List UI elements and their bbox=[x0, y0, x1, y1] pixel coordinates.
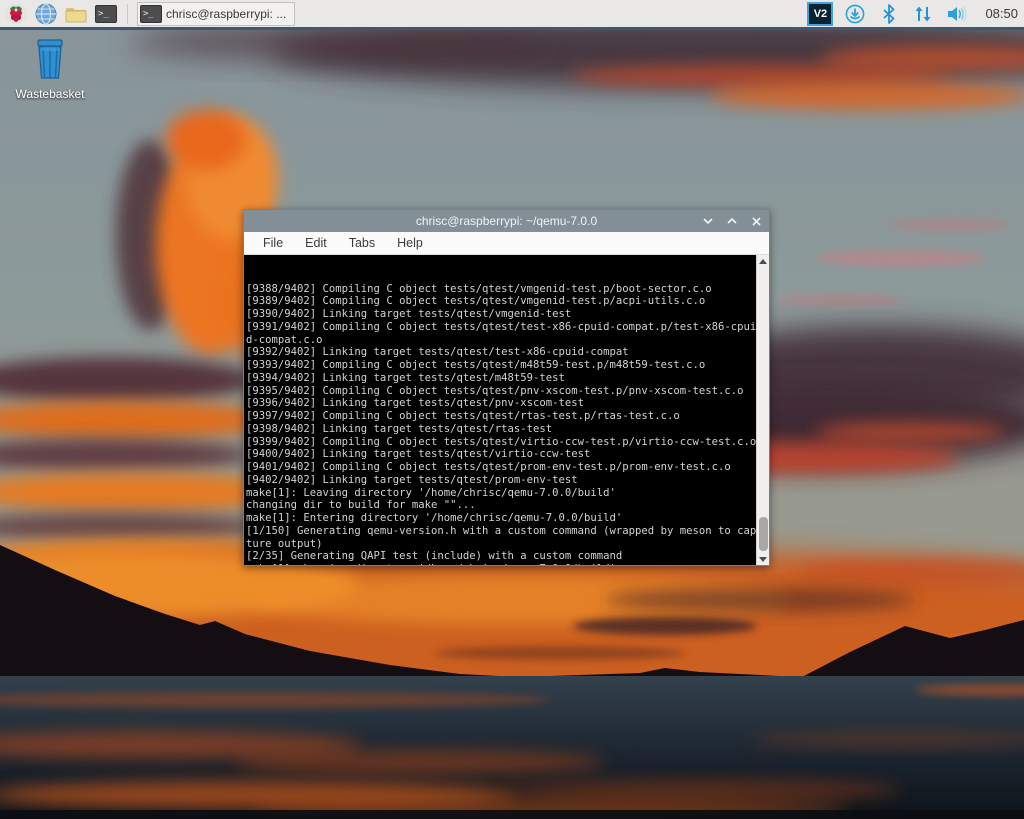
menu-tabs[interactable]: Tabs bbox=[340, 234, 384, 252]
menu-edit[interactable]: Edit bbox=[296, 234, 336, 252]
terminal-line: [9396/9402] Linking target tests/qtest/p… bbox=[246, 397, 585, 410]
taskbar-window-button[interactable]: >_ chrisc@raspberrypi: ... bbox=[137, 1, 296, 26]
taskbar-separator bbox=[127, 3, 128, 24]
terminal-line: [9388/9402] Compiling C object tests/qte… bbox=[246, 282, 712, 295]
terminal-line: [9391/9402] Compiling C object tests/qte… bbox=[246, 320, 756, 333]
terminal-launcher-icon[interactable]: >_ bbox=[94, 2, 118, 26]
scroll-down-button[interactable] bbox=[757, 553, 769, 565]
window-titlebar[interactable]: chrisc@raspberrypi: ~/qemu-7.0.0 bbox=[244, 210, 769, 232]
terminal-line: [1/150] Generating qemu-version.h with a… bbox=[246, 524, 756, 537]
vnc-icon[interactable]: V2 bbox=[807, 1, 834, 26]
terminal-line: [9399/9402] Compiling C object tests/qte… bbox=[246, 435, 756, 448]
menu-file[interactable]: File bbox=[254, 234, 292, 252]
window-menubar: File Edit Tabs Help bbox=[244, 232, 769, 255]
terminal-scrollbar[interactable] bbox=[756, 255, 769, 565]
menu-raspberry-icon[interactable] bbox=[4, 2, 28, 26]
terminal-line: make[1]: Entering directory '/home/chris… bbox=[246, 512, 623, 524]
terminal-line: [9392/9402] Linking target tests/qtest/t… bbox=[246, 346, 629, 359]
terminal-window: chrisc@raspberrypi: ~/qemu-7.0.0 File Ed… bbox=[243, 209, 770, 566]
updates-icon[interactable] bbox=[843, 2, 867, 26]
desktop: >_ >_ chrisc@raspberrypi: ... V2 08:50 W… bbox=[0, 0, 1024, 819]
terminal-line: changing dir to build for make ""... bbox=[246, 499, 476, 512]
terminal-output: [9388/9402] Compiling C object tests/qte… bbox=[246, 283, 756, 566]
close-button[interactable] bbox=[749, 214, 763, 228]
terminal-line: [9394/9402] Linking target tests/qtest/m… bbox=[246, 371, 565, 384]
volume-icon[interactable] bbox=[945, 2, 969, 26]
scrollbar-thumb[interactable] bbox=[758, 517, 768, 551]
file-manager-icon[interactable] bbox=[64, 2, 88, 26]
terminal-line: make[1]: Leaving directory '/home/chrisc… bbox=[246, 563, 756, 565]
wastebasket-icon bbox=[37, 39, 63, 79]
network-arrows-icon[interactable] bbox=[911, 2, 935, 26]
terminal-line: [9400/9402] Linking target tests/qtest/v… bbox=[246, 448, 591, 461]
window-title: chrisc@raspberrypi: ~/qemu-7.0.0 bbox=[415, 214, 598, 228]
minimize-button[interactable] bbox=[701, 214, 715, 228]
terminal-line: [9393/9402] Compiling C object tests/qte… bbox=[246, 359, 706, 371]
terminal-line: d-compat.c.o bbox=[246, 333, 323, 346]
wastebasket-label: Wastebasket bbox=[15, 87, 85, 101]
terminal-line: [9398/9402] Linking target tests/qtest/r… bbox=[246, 422, 553, 435]
taskbar-window-label: chrisc@raspberrypi: ... bbox=[166, 6, 287, 21]
terminal-line: make[1]: Leaving directory '/home/chrisc… bbox=[246, 486, 616, 499]
terminal-line: [9389/9402] Compiling C object tests/qte… bbox=[246, 295, 706, 308]
clock[interactable]: 08:50 bbox=[985, 6, 1018, 21]
terminal-glyph: >_ bbox=[95, 4, 117, 23]
system-tray: V2 08:50 bbox=[807, 1, 1018, 26]
scroll-up-button[interactable] bbox=[757, 255, 769, 267]
taskbar: >_ >_ chrisc@raspberrypi: ... V2 08:50 bbox=[0, 0, 1024, 30]
bluetooth-icon[interactable] bbox=[877, 2, 901, 26]
terminal-line: [9397/9402] Compiling C object tests/qte… bbox=[246, 410, 680, 422]
browser-globe-icon[interactable] bbox=[34, 2, 58, 26]
wastebasket-desktop-icon[interactable]: Wastebasket bbox=[12, 38, 88, 101]
terminal-line: [9401/9402] Compiling C object tests/qte… bbox=[246, 461, 731, 473]
terminal-line: [9402/9402] Linking target tests/qtest/p… bbox=[246, 473, 578, 486]
terminal-line: [2/35] Generating QAPI test (include) wi… bbox=[246, 550, 623, 563]
terminal-line: ture output) bbox=[246, 537, 323, 550]
maximize-button[interactable] bbox=[725, 214, 739, 228]
terminal-viewport[interactable]: [9388/9402] Compiling C object tests/qte… bbox=[244, 255, 769, 565]
terminal-line: [9390/9402] Linking target tests/qtest/v… bbox=[246, 308, 572, 320]
menu-help[interactable]: Help bbox=[388, 234, 432, 252]
terminal-line: [9395/9402] Compiling C object tests/qte… bbox=[246, 384, 744, 397]
terminal-glyph: >_ bbox=[140, 4, 162, 23]
scrollbar-track[interactable] bbox=[757, 267, 769, 553]
